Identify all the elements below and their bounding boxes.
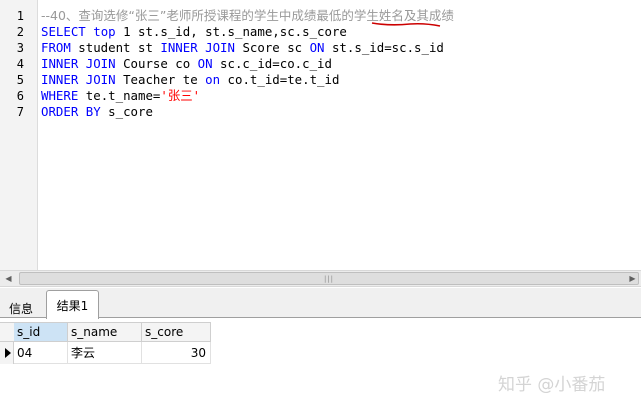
line-number: 6	[16, 89, 24, 103]
code-line[interactable]: FROM student st INNER JOIN Score sc ON s…	[41, 40, 444, 56]
scrollbar-thumb[interactable]: |||	[19, 272, 639, 285]
result-grid[interactable]: s_id s_name s_core 04 李云 30	[0, 319, 641, 412]
horizontal-scrollbar[interactable]: ◀ ||| ▶	[0, 270, 641, 287]
grid-header: s_id s_name s_core	[0, 322, 211, 342]
scroll-left-icon[interactable]: ◀	[1, 271, 16, 286]
scrollbar-grip-icon: |||	[323, 275, 335, 283]
code-line[interactable]: INNER JOIN Teacher te on co.t_id=te.t_id	[41, 72, 339, 88]
code-token: Score sc	[234, 40, 310, 55]
code-token: FROM	[41, 40, 71, 55]
code-token: ORDER BY	[41, 104, 101, 119]
sql-editor[interactable]: 1234567 --40、查询选修“张三”老师所授课程的学生中成绩最低的学生姓名…	[0, 0, 641, 270]
red-underline-annotation	[371, 22, 441, 27]
tab-info[interactable]: 信息	[2, 293, 40, 318]
code-token: co.t_id=te.t_id	[220, 72, 340, 87]
table-row[interactable]: 04 李云 30	[0, 342, 211, 364]
tab-result-1[interactable]: 结果1	[46, 290, 99, 319]
scroll-right-icon[interactable]: ▶	[625, 271, 640, 286]
code-token: sc.c_id=co.c_id	[212, 56, 332, 71]
cell-s-core[interactable]: 30	[142, 342, 211, 364]
cell-s-id[interactable]: 04	[14, 342, 68, 364]
result-tab-bar: 信息 结果1	[0, 288, 641, 319]
code-token: student st	[70, 40, 161, 55]
code-token: INNER JOIN	[41, 72, 116, 87]
watermark: 知乎 @小番茄	[498, 375, 606, 395]
code-token: te.t_name=	[78, 88, 161, 103]
code-token: on	[205, 72, 221, 87]
line-number: 5	[16, 73, 24, 87]
row-indicator[interactable]	[0, 342, 14, 364]
code-token: ON	[197, 56, 213, 71]
code-token: ON	[309, 40, 325, 55]
code-token: INNER JOIN	[160, 40, 235, 55]
code-token: Course co	[115, 56, 198, 71]
code-token: st.s_id=sc.s_id	[324, 40, 444, 55]
code-line[interactable]: INNER JOIN Course co ON sc.c_id=co.c_id	[41, 56, 332, 72]
column-header-s-core[interactable]: s_core	[142, 323, 211, 341]
code-line[interactable]: ORDER BY s_core	[41, 104, 153, 120]
code-line[interactable]: WHERE te.t_name='张三'	[41, 88, 200, 104]
line-number: 4	[16, 57, 24, 71]
column-header-s-id[interactable]: s_id	[14, 323, 68, 341]
code-token: Teacher te	[115, 72, 206, 87]
current-row-arrow-icon	[5, 348, 11, 358]
line-number: 3	[16, 41, 24, 55]
line-number-gutter: 1234567	[0, 0, 38, 270]
code-token: WHERE	[41, 88, 79, 103]
cell-s-name[interactable]: 李云	[68, 342, 142, 364]
code-token: INNER JOIN	[41, 56, 116, 71]
line-number: 7	[16, 105, 24, 119]
code-token: '张三'	[160, 88, 201, 103]
code-token: s_core	[100, 104, 153, 119]
column-header-s-name[interactable]: s_name	[68, 323, 142, 341]
